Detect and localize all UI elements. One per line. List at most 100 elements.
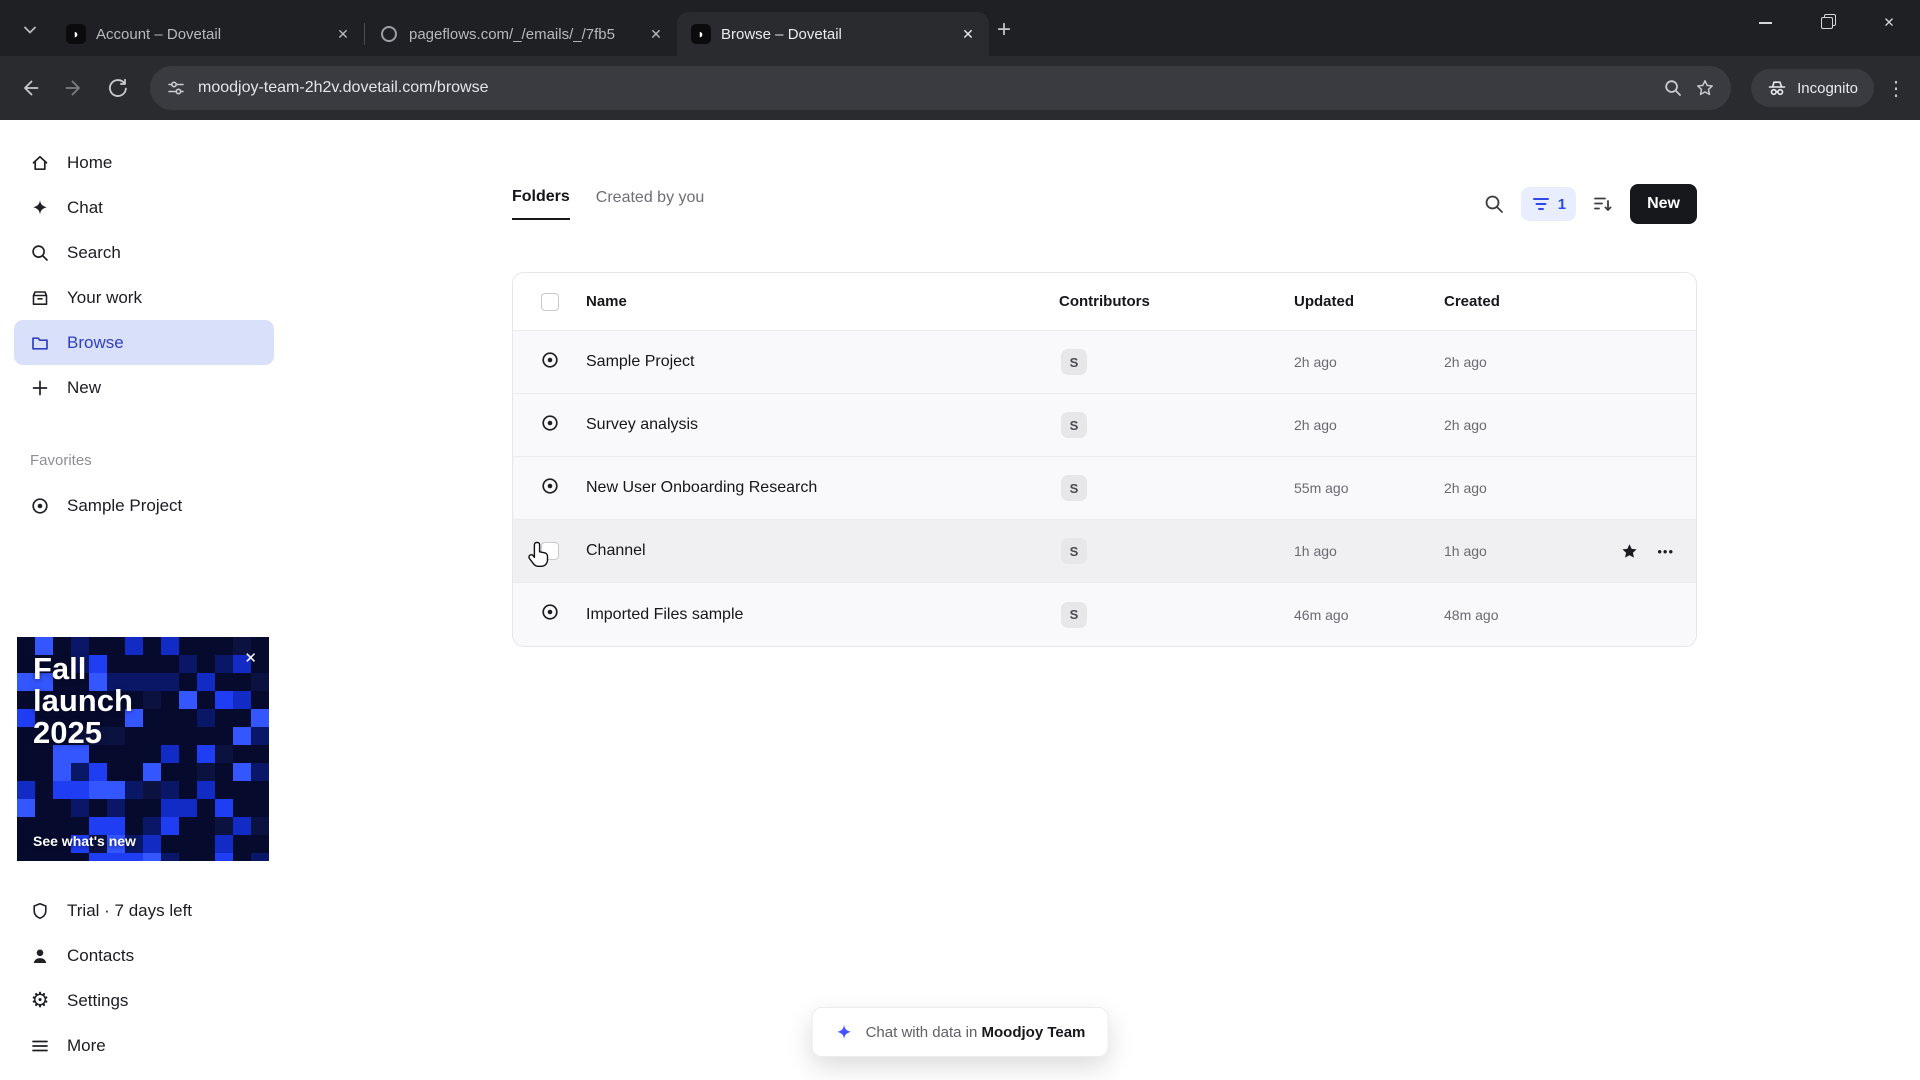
new-tab-button[interactable]: + [997, 18, 1011, 42]
search-icon [29, 243, 51, 263]
dovetail-favicon: ◗ [66, 24, 86, 44]
promo-link[interactable]: See what's new [33, 833, 136, 849]
sparkle-icon [29, 198, 51, 218]
sidebar-item-label: Your work [67, 287, 142, 307]
browser-tab-strip: ◗ Account – Dovetail ✕ pageflows.com/_/e… [0, 0, 1920, 56]
sidebar-item-more[interactable]: More [14, 1023, 274, 1068]
incognito-icon [1768, 81, 1786, 96]
column-header-updated: Updated [1294, 293, 1354, 310]
dovetail-favicon: ◗ [691, 24, 711, 44]
row-name[interactable]: Imported Files sample [586, 606, 1059, 624]
sidebar-item-chat[interactable]: Chat [14, 185, 274, 230]
plus-icon [29, 378, 51, 398]
tab-close-icon[interactable]: ✕ [332, 23, 354, 45]
favorite-item-sample-project[interactable]: Sample Project [14, 483, 274, 528]
table-row-hovered[interactable]: Channel S 1h ago 1h ago ••• [513, 520, 1696, 583]
sidebar-item-new[interactable]: New [14, 365, 274, 410]
sidebar-item-search[interactable]: Search [14, 230, 274, 275]
select-all-checkbox[interactable] [540, 292, 559, 311]
browser-menu-button[interactable]: ⋮ [1886, 76, 1906, 101]
close-button[interactable]: ✕ [1858, 0, 1920, 46]
tab-search-button[interactable] [14, 14, 46, 46]
tab-created-by-you[interactable]: Created by you [596, 189, 705, 219]
tab-close-icon[interactable]: ✕ [645, 23, 667, 45]
browser-toolbar: moodjoy-team-2h2v.dovetail.com/browse In… [0, 56, 1920, 120]
bookmark-star-icon[interactable] [1695, 78, 1715, 98]
sidebar-item-settings[interactable]: ⚙ Settings [14, 978, 274, 1023]
table-row[interactable]: Imported Files sample S 46m ago 48m ago [513, 583, 1696, 646]
sidebar-item-label: Chat [67, 197, 103, 217]
sidebar-item-your-work[interactable]: Your work [14, 275, 274, 320]
column-header-contributors: Contributors [1059, 293, 1150, 310]
tab-title: pageflows.com/_/emails/_/7fb5 [409, 25, 615, 43]
sidebar-item-label: More [67, 1035, 106, 1055]
screen: ◗ Account – Dovetail ✕ pageflows.com/_/e… [0, 0, 1920, 1080]
sidebar-item-contacts[interactable]: Contacts [14, 933, 274, 978]
sidebar: Home Chat Search Your work Browse New Fa… [0, 120, 288, 1080]
row-checkbox[interactable] [540, 542, 559, 560]
row-menu-icon[interactable]: ••• [1657, 544, 1674, 559]
table-row[interactable]: Survey analysis S 2h ago 2h ago [513, 394, 1696, 457]
address-bar[interactable]: moodjoy-team-2h2v.dovetail.com/browse [150, 66, 1732, 110]
row-created: 48m ago [1444, 606, 1499, 623]
forward-button[interactable] [54, 68, 94, 108]
row-name[interactable]: New User Onboarding Research [586, 479, 1059, 497]
sidebar-item-home[interactable]: Home [14, 140, 274, 185]
sidebar-item-label: Settings [67, 990, 129, 1010]
tab-folders[interactable]: Folders [512, 188, 570, 220]
browser-tab-pageflows[interactable]: pageflows.com/_/emails/_/7fb5 ✕ [365, 12, 677, 56]
filter-button[interactable]: 1 [1520, 187, 1577, 221]
row-created: 1h ago [1444, 543, 1487, 559]
avatar: S [1061, 601, 1087, 628]
browse-tabs-row: Folders Created by you 1 New [512, 184, 1697, 224]
avatar: S [1061, 475, 1087, 501]
incognito-badge: Incognito [1751, 69, 1874, 107]
promo-card: Fall launch 2025 ✕ See what's new [17, 637, 269, 861]
row-name[interactable]: Channel [586, 542, 1059, 560]
row-updated: 2h ago [1294, 417, 1337, 433]
row-name[interactable]: Sample Project [586, 353, 1059, 371]
sort-button[interactable] [1592, 193, 1614, 215]
folders-table: Name Contributors Updated Created Sample… [512, 272, 1697, 647]
row-updated: 55m ago [1294, 480, 1349, 496]
avatar: S [1061, 349, 1087, 375]
incognito-label: Incognito [1797, 79, 1858, 97]
sidebar-item-label: Browse [67, 332, 124, 352]
forward-icon [65, 80, 80, 96]
sparkle-icon [837, 1024, 851, 1039]
row-name[interactable]: Survey analysis [586, 416, 1059, 434]
sidebar-item-browse[interactable]: Browse [14, 320, 274, 365]
browser-tab-browse[interactable]: ◗ Browse – Dovetail ✕ [677, 12, 989, 56]
site-info-icon[interactable] [166, 78, 186, 98]
chevron-down-icon [24, 26, 36, 34]
back-button[interactable] [10, 68, 50, 108]
globe-favicon [379, 24, 399, 44]
row-created: 2h ago [1444, 480, 1487, 496]
target-icon [540, 602, 560, 627]
browser-tab-account[interactable]: ◗ Account – Dovetail ✕ [52, 12, 364, 56]
favorite-star-icon[interactable] [1620, 542, 1639, 561]
sidebar-item-trial[interactable]: Trial · 7 days left [14, 888, 274, 933]
zoom-icon[interactable] [1663, 78, 1683, 98]
maximize-button[interactable] [1796, 0, 1858, 46]
search-button[interactable] [1483, 193, 1505, 215]
table-row[interactable]: Sample Project S 2h ago 2h ago [513, 331, 1696, 394]
sidebar-footer: Trial · 7 days left Contacts ⚙ Settings … [0, 888, 288, 1068]
target-icon [540, 476, 560, 501]
main-content: Folders Created by you 1 New Name Contri… [288, 120, 1920, 1080]
shield-icon [29, 901, 51, 921]
tab-title: Account – Dovetail [96, 25, 222, 43]
avatar: S [1061, 538, 1087, 564]
promo-close-icon[interactable]: ✕ [244, 649, 257, 667]
chat-with-data-pill[interactable]: Chat with data in Moodjoy Team [811, 1007, 1109, 1057]
target-icon [540, 413, 560, 438]
tab-close-icon[interactable]: ✕ [957, 23, 979, 45]
minimize-button[interactable] [1734, 0, 1796, 46]
reload-button[interactable] [98, 68, 138, 108]
row-updated: 2h ago [1294, 354, 1337, 370]
table-row[interactable]: New User Onboarding Research S 55m ago 2… [513, 457, 1696, 520]
url-text[interactable]: moodjoy-team-2h2v.dovetail.com/browse [198, 79, 489, 97]
restore-icon [1821, 14, 1836, 29]
person-icon [29, 946, 51, 966]
new-button[interactable]: New [1630, 184, 1697, 224]
